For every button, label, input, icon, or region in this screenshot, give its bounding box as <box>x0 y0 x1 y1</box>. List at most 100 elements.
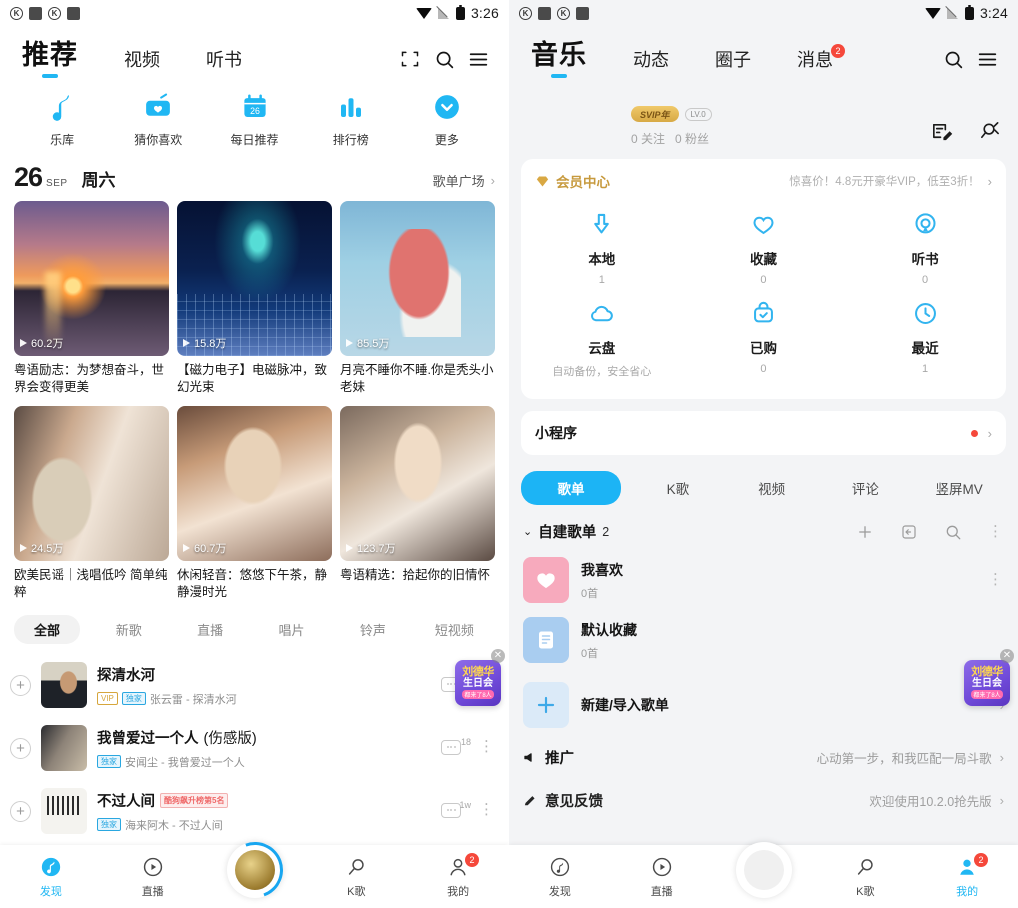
voice-search-icon[interactable] <box>978 120 1002 144</box>
menu-icon[interactable] <box>970 42 1004 76</box>
playlist-card[interactable]: 123.7万 粤语精选：拾起你的旧情怀 <box>340 406 495 601</box>
plus-icon[interactable] <box>856 523 874 541</box>
rtab-vertical-mv[interactable]: 竖屏MV <box>912 478 1006 498</box>
bottom-nav-ksong[interactable]: K歌 <box>814 855 916 899</box>
playlist-title: 默认收藏 <box>581 620 637 640</box>
status-left-icons: K K <box>519 7 589 20</box>
grid-item-cloud[interactable]: 云盘 自动备份，安全省心 <box>521 290 683 383</box>
song-cover <box>41 788 87 834</box>
member-panel: 会员中心 惊喜价！4.8元开豪华VIP，低至3折！ › 本地 1 <box>521 159 1006 399</box>
grid-item-local[interactable]: 本地 1 <box>521 201 683 290</box>
floating-ad-banner[interactable]: 刘德华 生日会 都来了8人 <box>964 660 1010 706</box>
playlist-cover <box>523 617 569 663</box>
center-disc-icon[interactable] <box>227 842 283 898</box>
fans-count[interactable]: 0 粉丝 <box>675 130 709 147</box>
search-icon[interactable] <box>427 42 461 76</box>
bottom-nav-mine[interactable]: 2 我的 <box>916 855 1018 899</box>
playlist-row-favorites[interactable]: 我喜欢 0首 ⋮ <box>509 550 1018 610</box>
playlist-text: 新建/导入歌单 <box>581 695 669 715</box>
bottom-nav-live[interactable]: 直播 <box>102 855 204 899</box>
add-icon[interactable]: + <box>10 675 31 696</box>
bottom-nav-discover[interactable]: 发现 <box>0 855 102 899</box>
grid-count: 1 <box>922 363 928 375</box>
add-icon[interactable]: + <box>10 738 31 759</box>
promo-row[interactable]: 推广 心动第一步，和我匹配一局斗歌 › <box>509 735 1018 776</box>
more-vertical-icon[interactable]: ⋮ <box>988 525 1004 539</box>
tab-messages[interactable]: 消息 2 <box>797 46 833 80</box>
rtab-video[interactable]: 视频 <box>725 478 819 498</box>
tab-circle[interactable]: 圈子 <box>715 46 751 80</box>
quick-entry-label: 每日推荐 <box>231 131 279 148</box>
quick-entry-ranking[interactable]: 排行榜 <box>303 90 399 148</box>
chevron-down-icon[interactable]: ⌄ <box>523 525 532 538</box>
tab-recommend[interactable]: 推荐 <box>22 33 78 80</box>
playlist-card[interactable]: 15.8万 【磁力电子】电磁脉冲，致幻光束 <box>177 201 332 396</box>
play-count-label: 15.8万 <box>194 335 226 351</box>
song-row[interactable]: + 我曾爱过一个人 (伤感版) 独家 安闻尘 - 我曾爱过一个人 18 <box>10 717 499 780</box>
search-icon[interactable] <box>936 42 970 76</box>
quick-entry-daily[interactable]: 26 每日推荐 <box>206 90 302 148</box>
chip-all[interactable]: 全部 <box>14 615 80 644</box>
grid-item-purchased[interactable]: 已购 0 <box>683 290 845 383</box>
rtab-playlist[interactable]: 歌单 <box>521 471 621 505</box>
chip-ringtone[interactable]: 铃声 <box>332 620 413 639</box>
rtab-comments[interactable]: 评论 <box>819 478 913 498</box>
feedback-row[interactable]: 意见反馈 欢迎使用10.2.0抢先版 › <box>509 776 1018 819</box>
play-count: 60.7万 <box>183 540 226 556</box>
ad-close-icon[interactable]: ✕ <box>491 649 505 663</box>
bottom-nav-live[interactable]: 直播 <box>611 855 713 899</box>
tab-video[interactable]: 视频 <box>124 46 160 80</box>
playlist-card[interactable]: 60.2万 粤语励志：为梦想奋斗，世界会变得更美 <box>14 201 169 396</box>
chip-records[interactable]: 唱片 <box>251 620 332 639</box>
search-icon[interactable] <box>944 523 962 541</box>
playlist-square-link[interactable]: 歌单广场 › <box>433 171 495 190</box>
chip-short-video[interactable]: 短视频 <box>414 620 495 639</box>
grid-item-audiobook[interactable]: 听书 0 <box>844 201 1006 290</box>
svip-badge[interactable]: SVIP年 <box>631 106 679 122</box>
edit-note-icon[interactable] <box>930 120 954 144</box>
add-icon[interactable]: + <box>10 801 31 822</box>
song-title: 探清水河 <box>97 664 155 685</box>
headphone-radar-icon <box>910 209 940 239</box>
grid-item-recent[interactable]: 最近 1 <box>844 290 1006 383</box>
tab-moments[interactable]: 动态 <box>633 46 669 80</box>
quick-entry-guess-you-like[interactable]: 猜你喜欢 <box>110 90 206 148</box>
download-icon <box>587 209 617 239</box>
playlist-card[interactable]: 24.5万 欧美民谣｜浅唱低吟 简单纯粹 <box>14 406 169 601</box>
bottom-nav-mine[interactable]: 2 我的 <box>407 855 509 899</box>
playlist-card[interactable]: 60.7万 休闲轻音：悠悠下午茶，静静漫时光 <box>177 406 332 601</box>
more-vertical-icon[interactable]: ⋮ <box>479 740 495 754</box>
scan-icon[interactable] <box>393 42 427 76</box>
rank-tag: 酷狗飙升榜第5名 <box>160 793 228 808</box>
chip-new-songs[interactable]: 新歌 <box>88 620 169 639</box>
comment-bubble-icon[interactable]: 18 <box>441 740 463 757</box>
more-vertical-icon[interactable]: ⋮ <box>479 803 495 817</box>
following-count[interactable]: 0 关注 <box>631 130 665 147</box>
playlist-row-default[interactable]: 默认收藏 0首 <box>509 610 1018 670</box>
chip-live[interactable]: 直播 <box>169 620 250 639</box>
menu-icon[interactable] <box>461 42 495 76</box>
bottom-nav-ksong[interactable]: K歌 <box>305 855 407 899</box>
card-title: 粤语励志：为梦想奋斗，世界会变得更美 <box>14 362 169 396</box>
vip-center-row[interactable]: 会员中心 惊喜价！4.8元开豪华VIP，低至3折！ › <box>521 171 1006 201</box>
tab-audiobook[interactable]: 听书 <box>206 46 242 80</box>
playlist-row-create[interactable]: 新建/导入歌单 › <box>509 670 1018 735</box>
import-icon[interactable] <box>900 523 918 541</box>
rtab-ksong[interactable]: K歌 <box>631 478 725 498</box>
song-row[interactable]: + 探清水河 VIP 独家 张云雷 - 探清水河 1w <box>10 654 499 717</box>
bottom-nav-discover[interactable]: 发现 <box>509 855 611 899</box>
floating-ad-banner[interactable]: 刘德华 生日会 都来了8人 <box>455 660 501 706</box>
ad-close-icon[interactable]: ✕ <box>1000 649 1014 663</box>
tab-music[interactable]: 音乐 <box>531 33 587 80</box>
quick-entry-library[interactable]: 乐库 <box>14 90 110 148</box>
comment-bubble-icon[interactable]: 1w <box>441 803 463 820</box>
playlist-card[interactable]: 85.5万 月亮不睡你不睡.你是秃头小老妹 <box>340 201 495 396</box>
grid-item-favorites[interactable]: 收藏 0 <box>683 201 845 290</box>
mini-program-row[interactable]: 小程序 › <box>521 411 1006 455</box>
quick-entry-more[interactable]: 更多 <box>399 90 495 148</box>
level-badge[interactable]: LV.0 <box>685 108 712 121</box>
song-row[interactable]: + 不过人间 酷狗飙升榜第5名 独家 海来阿木 - 不过人间 1w <box>10 780 499 843</box>
center-disc-icon[interactable] <box>736 842 792 898</box>
more-vertical-icon[interactable]: ⋮ <box>988 573 1004 587</box>
megaphone-icon <box>523 750 538 765</box>
